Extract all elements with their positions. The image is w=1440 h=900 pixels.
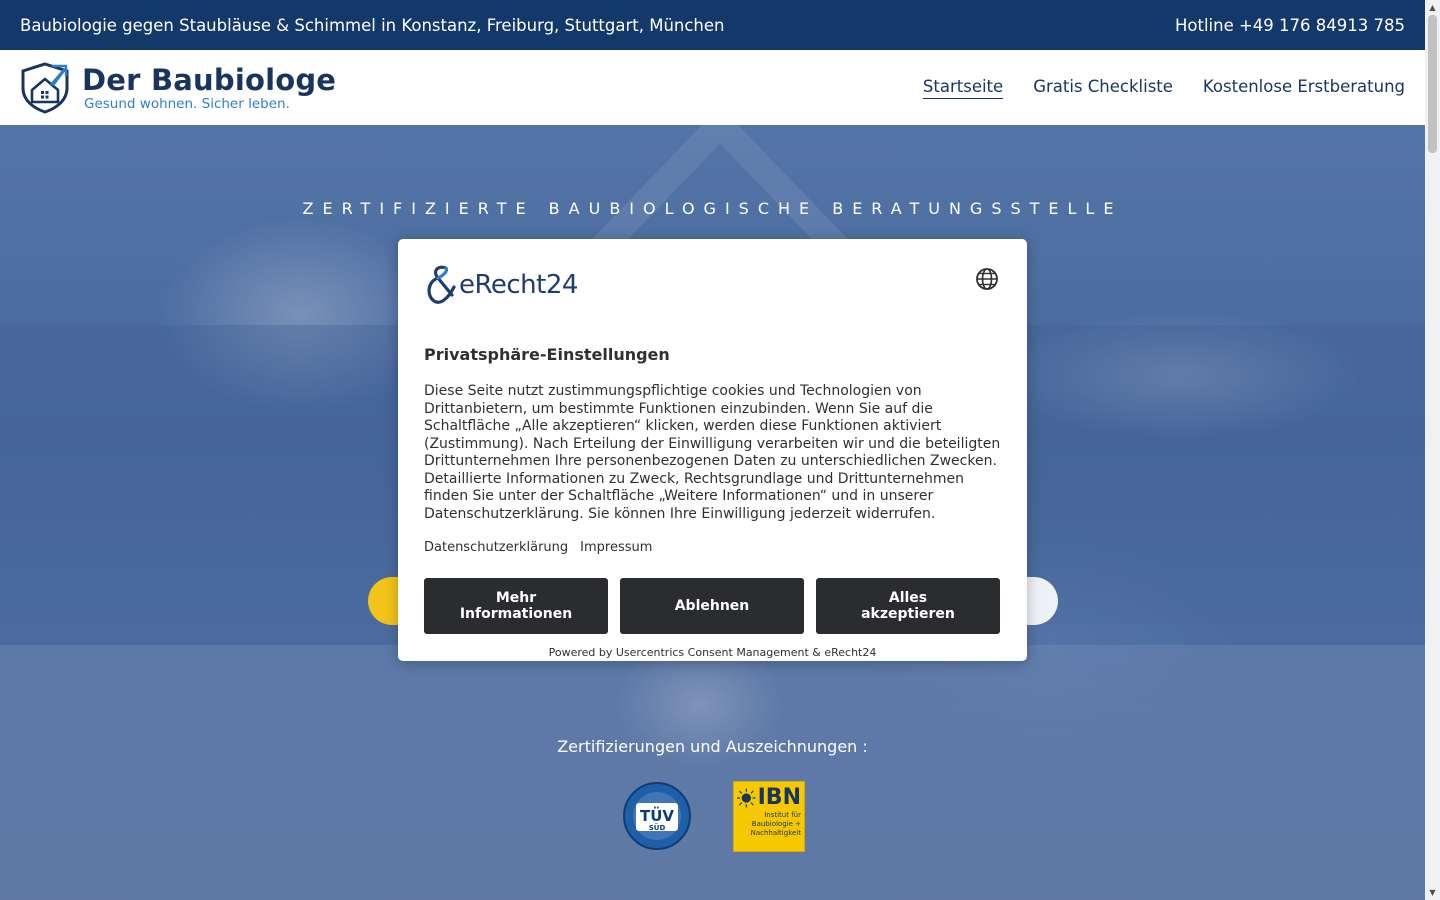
logo-title: Der Baubiologe [82, 62, 337, 97]
privacy-policy-link[interactable]: Datenschutzerklärung [424, 540, 568, 555]
erecht24-brand: eRecht24 [459, 270, 578, 300]
logo-tagline: Gesund wohnen. Sicher leben. [84, 95, 290, 112]
more-information-button[interactable]: Mehr Informationen [424, 578, 608, 634]
erecht24-logo: eRecht24 [424, 265, 578, 305]
site-header: Der Baubiologe Gesund wohnen. Sicher leb… [0, 50, 1425, 125]
nav-item-kostenlose-erstberatung[interactable]: Kostenlose Erstberatung [1203, 77, 1405, 98]
nav-item-startseite[interactable]: Startseite [922, 77, 1004, 99]
scroll-down-arrow-icon[interactable]: ▼ [1425, 885, 1440, 900]
ibn-badge: IBN Institut für Baubiologie + Nachhalti… [733, 781, 805, 852]
imprint-link[interactable]: Impressum [580, 540, 652, 555]
ibn-badge-subtitle: Institut für Baubiologie + Nachhaltigkei… [750, 811, 801, 837]
consent-dialog: eRecht24 Privatsphäre-Einstellungen Dies… [398, 239, 1027, 661]
hero-kicker: ZERTIFIZIERTE BAUBIOLOGISCHE BERATUNGSST… [302, 199, 1123, 218]
decline-button[interactable]: Ablehnen [620, 578, 804, 634]
sun-icon [737, 788, 756, 807]
site-logo[interactable]: Der Baubiologe Gesund wohnen. Sicher leb… [20, 61, 337, 114]
nav-item-gratis-checkliste[interactable]: Gratis Checkliste [1033, 77, 1173, 98]
ibn-badge-text: IBN [757, 785, 801, 810]
erecht24-ampersand-icon [427, 265, 456, 304]
globe-icon[interactable] [975, 267, 999, 291]
svg-text:SÜD: SÜD [649, 823, 666, 832]
tuv-sud-badge: TÜV SÜD [623, 782, 691, 850]
accept-all-button[interactable]: Alles akzeptieren [816, 578, 1000, 634]
house-shield-icon [21, 61, 69, 114]
main-nav: Startseite Gratis Checkliste Kostenlose … [922, 77, 1405, 99]
svg-text:TÜV: TÜV [640, 806, 674, 825]
consent-body-text: Diese Seite nutzt zustimmungspflichtige … [424, 383, 1001, 522]
top-info-bar: Baubiologie gegen Staubläuse & Schimmel … [0, 0, 1425, 50]
scroll-thumb[interactable] [1428, 15, 1437, 153]
certifications-label: Zertifizierungen und Auszeichnungen : [557, 737, 868, 756]
page-scrollbar[interactable]: ▲ ▼ [1425, 0, 1440, 900]
hotline-link[interactable]: Hotline +49 176 84913 785 [1175, 16, 1405, 35]
powered-by-text: Powered by Usercentrics Consent Manageme… [548, 646, 877, 659]
consent-title: Privatsphäre-Einstellungen [424, 345, 670, 364]
scroll-up-arrow-icon[interactable]: ▲ [1425, 0, 1440, 15]
top-bar-tagline: Baubiologie gegen Staubläuse & Schimmel … [20, 15, 725, 35]
